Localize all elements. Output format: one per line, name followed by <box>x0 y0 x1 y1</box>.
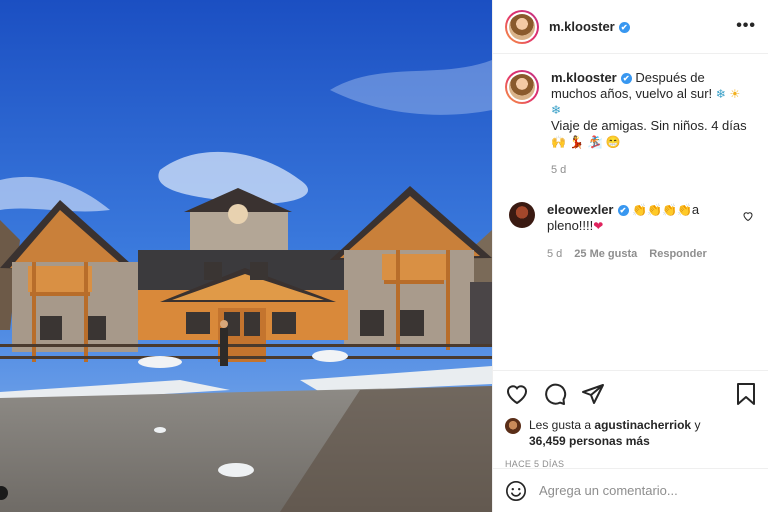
sun-icon: ☀ <box>729 87 741 101</box>
author-username[interactable]: m.klooster ✔ <box>549 19 630 34</box>
post-header: m.klooster ✔ ••• <box>493 0 768 54</box>
post-sidebar: m.klooster ✔ ••• m.klooster ✔ Después de m… <box>492 0 768 512</box>
comment-text-2: pleno!!!! <box>547 218 594 233</box>
author-avatar[interactable] <box>505 9 539 44</box>
snowflake-icon: ❄ <box>715 87 726 101</box>
red-heart-icon: ❤ <box>593 219 604 233</box>
clap-icons: 👏👏👏👏 <box>632 203 692 217</box>
comments-section: m.klooster ✔ Después de muchos años, vuel… <box>493 54 768 370</box>
comment-input[interactable]: Agrega un comentario... <box>539 483 678 498</box>
post-actions: Les gusta a agustinacherriok y 36,459 pe… <box>493 370 768 469</box>
cabin-photo <box>0 0 492 512</box>
comment: eleowexler ✔ 👏👏👏👏a pleno!!!!❤ 5 d 25 Me g… <box>505 202 756 262</box>
verified-icon: ✔ <box>618 22 630 33</box>
comment-icon[interactable] <box>543 382 567 406</box>
comment-time[interactable]: 5 d <box>547 246 562 262</box>
commenter-avatar[interactable] <box>509 202 535 228</box>
caption-author[interactable]: m.klooster <box>551 70 617 85</box>
caption-avatar[interactable] <box>505 70 539 104</box>
small-heart-icon[interactable] <box>742 210 754 222</box>
comment-text-1: a <box>691 202 700 217</box>
snowflake-icon: ❄ <box>551 103 562 117</box>
reply-button[interactable]: Responder <box>649 246 706 262</box>
likes-suffix: y <box>694 418 701 432</box>
liker-username[interactable]: agustinacherriok <box>594 418 691 432</box>
caption-text-2: Viaje de amigas. Sin niños. 4 días <box>551 118 747 133</box>
likes-prefix: Les gusta a <box>529 418 592 432</box>
caption: m.klooster ✔ Después de muchos años, vuel… <box>505 70 756 178</box>
caption-emojis: 🙌 💃 🏂 😁 <box>551 135 621 149</box>
post-photo[interactable] <box>0 0 492 512</box>
comment-author[interactable]: eleowexler <box>547 202 614 217</box>
more-options-icon[interactable]: ••• <box>736 17 756 35</box>
add-comment-bar: Agrega un comentario... <box>493 468 768 512</box>
emoji-icon[interactable] <box>505 480 527 502</box>
verified-icon: ✔ <box>620 73 632 84</box>
comment-likes[interactable]: 25 Me gusta <box>574 246 637 262</box>
liker-avatar[interactable] <box>505 418 521 434</box>
likes-summary: Les gusta a agustinacherriok y 36,459 pe… <box>505 417 757 449</box>
share-icon[interactable] <box>581 382 605 406</box>
verified-icon: ✔ <box>617 205 629 216</box>
bookmark-icon[interactable] <box>735 382 757 406</box>
heart-icon[interactable] <box>505 382 529 406</box>
likes-count[interactable]: 36,459 personas más <box>529 434 650 448</box>
caption-time[interactable]: 5 d <box>551 162 566 178</box>
